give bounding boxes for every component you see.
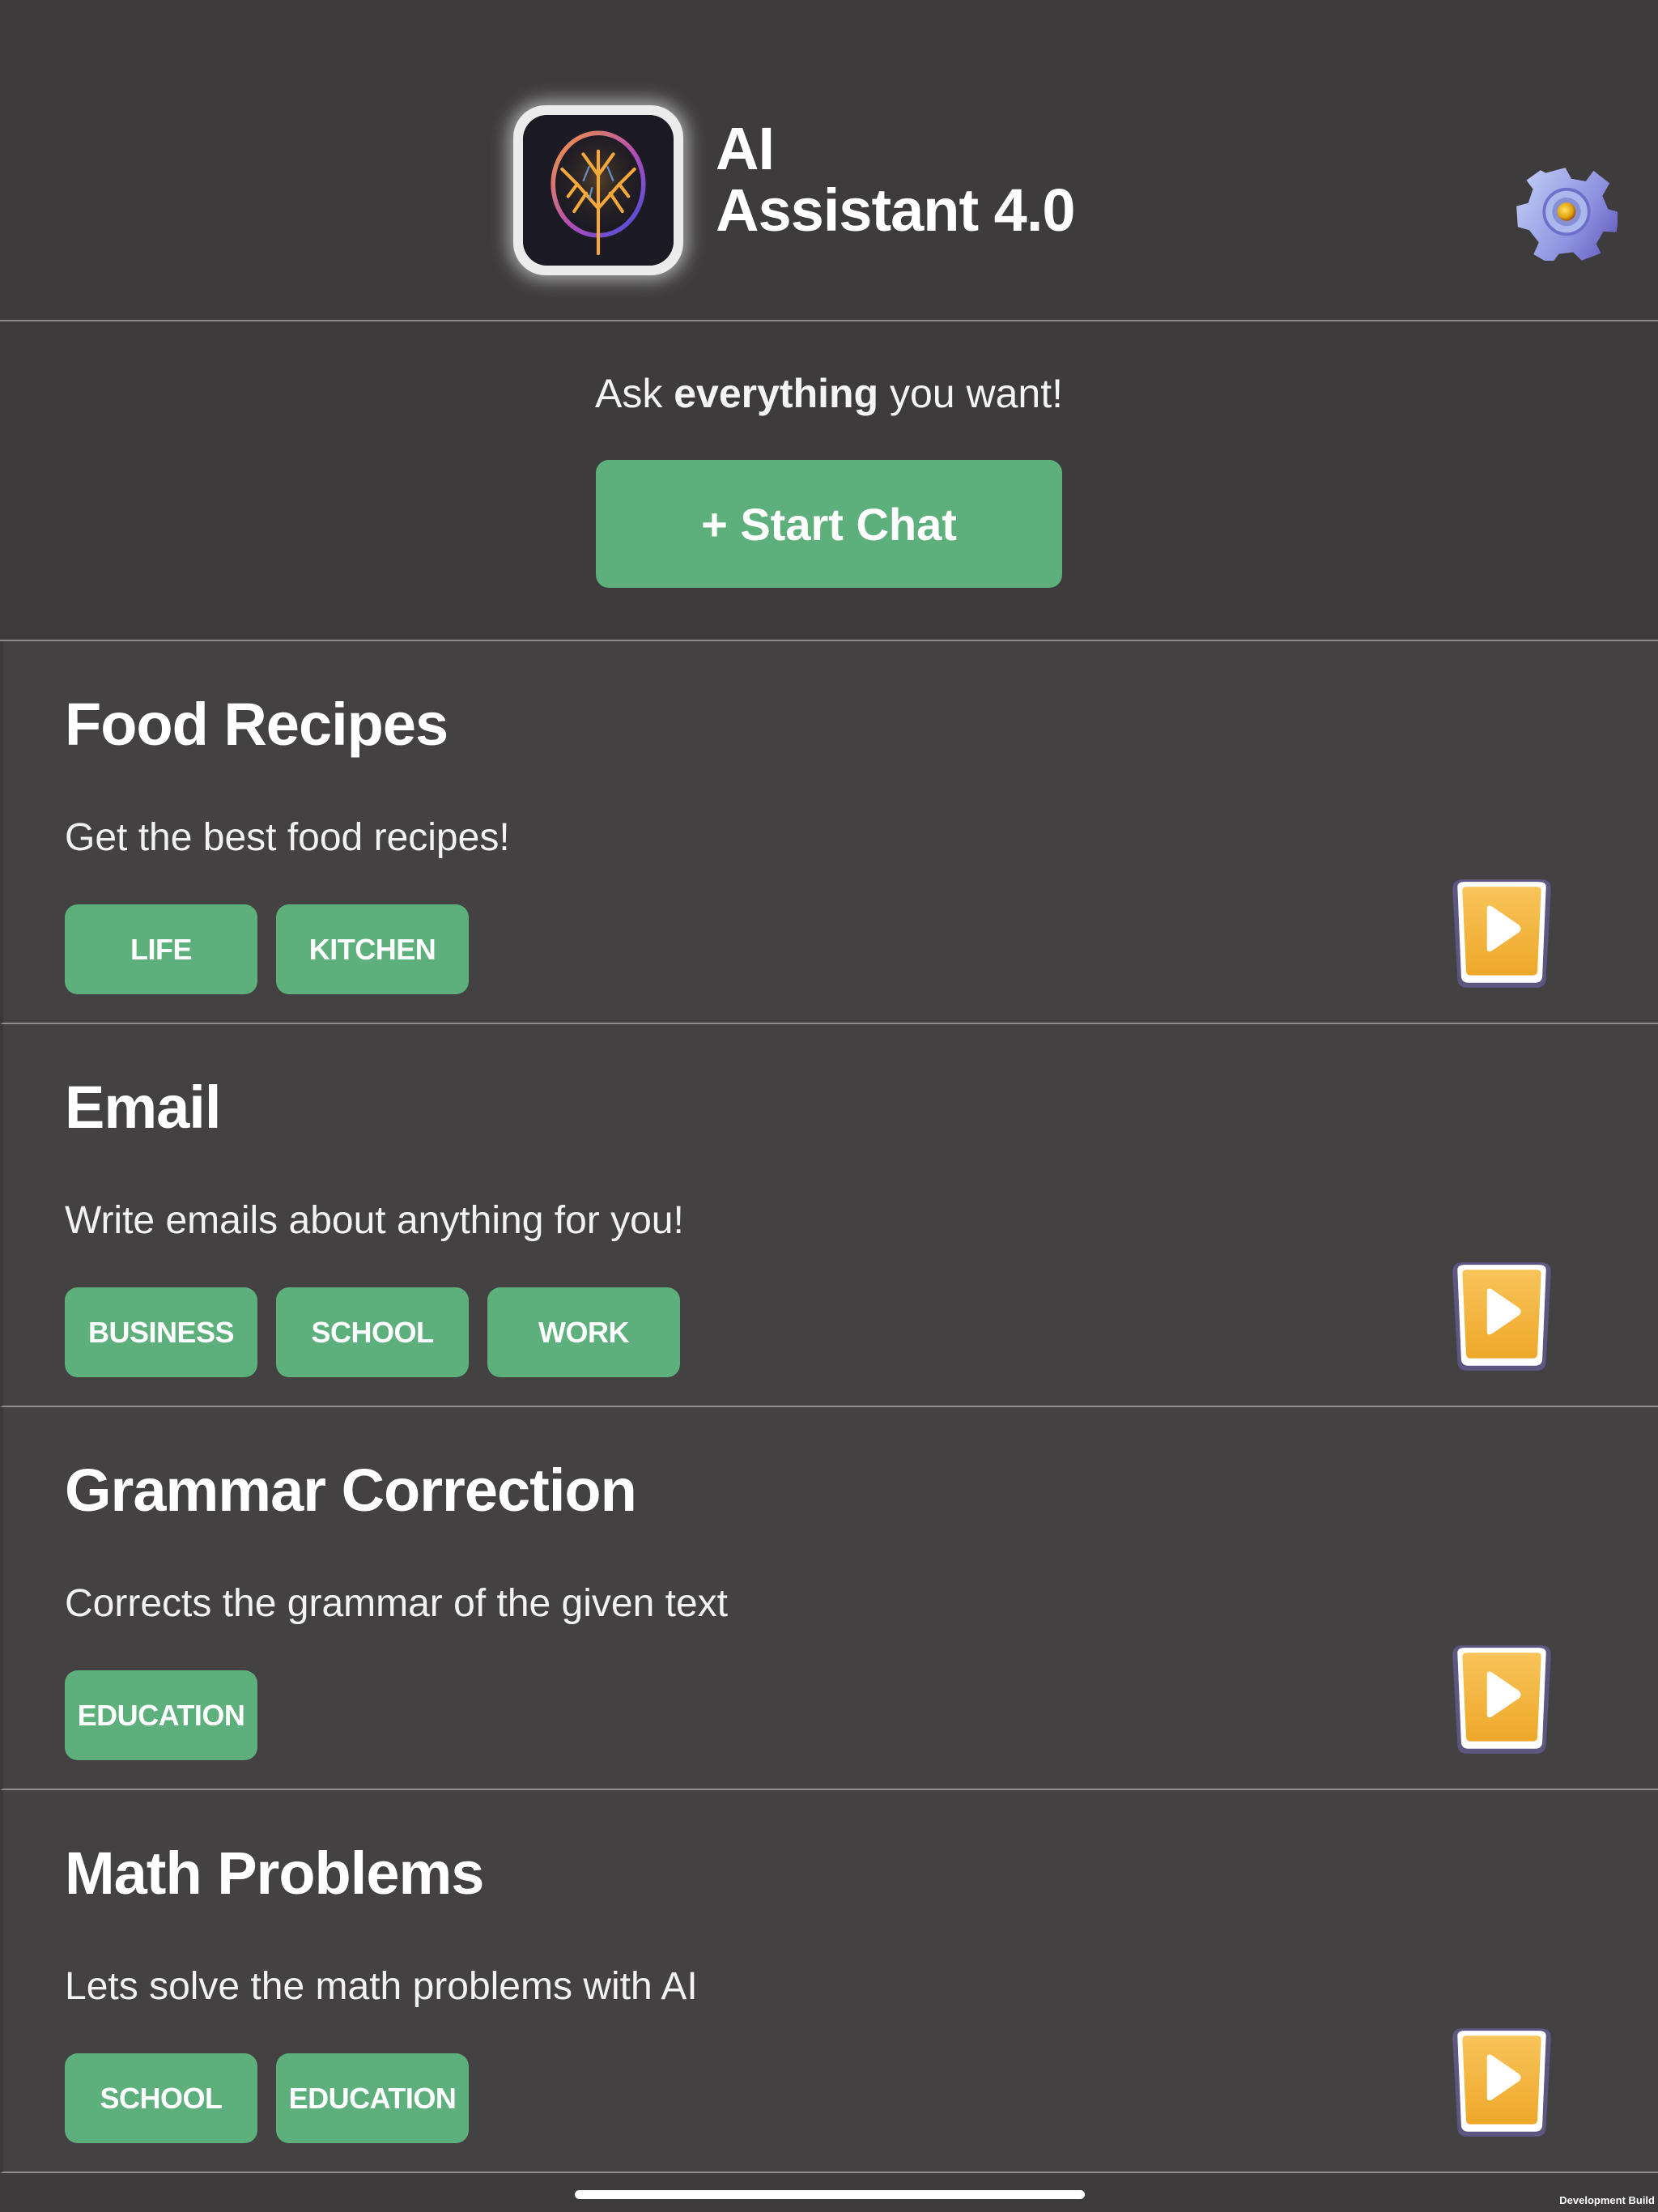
tag-education[interactable]: EDUCATION <box>276 2053 469 2143</box>
tag-education[interactable]: EDUCATION <box>65 1670 257 1760</box>
settings-button[interactable] <box>1516 159 1618 261</box>
play-icon <box>1452 1262 1551 1371</box>
card-title: Grammar Correction <box>65 1457 637 1524</box>
tag-life[interactable]: LIFE <box>65 904 257 994</box>
tagline: Ask everything you want! <box>0 370 1658 417</box>
card-title: Email <box>65 1074 221 1141</box>
card-title: Food Recipes <box>65 691 449 758</box>
home-indicator[interactable] <box>575 2190 1085 2199</box>
assistant-card-email[interactable]: Email Write emails about anything for yo… <box>0 1024 1658 1407</box>
play-icon <box>1452 2028 1551 2137</box>
app-title: AI Assistant 4.0 <box>716 115 1076 244</box>
brain-tree-icon <box>523 115 674 266</box>
tag-list: BUSINESS SCHOOL WORK <box>65 1287 680 1377</box>
tag-list: EDUCATION <box>65 1670 257 1760</box>
app-screen: AI Assistant 4.0 Ask everything you want… <box>0 0 1658 2212</box>
assistant-card-grammar-correction[interactable]: Grammar Correction Corrects the grammar … <box>0 1407 1658 1790</box>
play-button[interactable] <box>1439 872 1564 995</box>
tag-school[interactable]: SCHOOL <box>276 1287 469 1377</box>
tag-business[interactable]: BUSINESS <box>65 1287 257 1377</box>
gear-icon <box>1516 168 1618 261</box>
app-title-line1: AI <box>716 115 775 182</box>
card-description: Corrects the grammar of the given text <box>65 1582 728 1625</box>
tag-list: LIFE KITCHEN <box>65 904 469 994</box>
app-logo <box>513 105 683 275</box>
card-description: Lets solve the math problems with AI <box>65 1965 698 2008</box>
play-icon <box>1452 879 1551 988</box>
tag-kitchen[interactable]: KITCHEN <box>276 904 469 994</box>
assistant-card-list: Food Recipes Get the best food recipes! … <box>0 641 1658 2173</box>
app-title-line2: Assistant 4.0 <box>716 177 1076 244</box>
tagline-pre: Ask <box>594 371 674 416</box>
tagline-post: you want! <box>878 371 1063 416</box>
start-chat-section: Ask everything you want! + Start Chat <box>0 321 1658 641</box>
tag-work[interactable]: WORK <box>487 1287 680 1377</box>
card-description: Write emails about anything for you! <box>65 1199 684 1242</box>
card-title: Math Problems <box>65 1840 484 1907</box>
assistant-card-math-problems[interactable]: Math Problems Lets solve the math proble… <box>0 1790 1658 2173</box>
play-button[interactable] <box>1439 1638 1564 1761</box>
tag-list: SCHOOL EDUCATION <box>65 2053 469 2143</box>
app-header: AI Assistant 4.0 <box>0 0 1658 321</box>
play-button[interactable] <box>1439 2021 1564 2144</box>
play-icon <box>1452 1645 1551 1754</box>
tagline-emphasis: everything <box>674 371 879 416</box>
development-build-label: Development Build <box>1559 2194 1655 2206</box>
start-chat-button[interactable]: + Start Chat <box>596 460 1062 588</box>
tag-school[interactable]: SCHOOL <box>65 2053 257 2143</box>
card-description: Get the best food recipes! <box>65 816 510 859</box>
play-button[interactable] <box>1439 1255 1564 1378</box>
assistant-card-food-recipes[interactable]: Food Recipes Get the best food recipes! … <box>0 641 1658 1024</box>
